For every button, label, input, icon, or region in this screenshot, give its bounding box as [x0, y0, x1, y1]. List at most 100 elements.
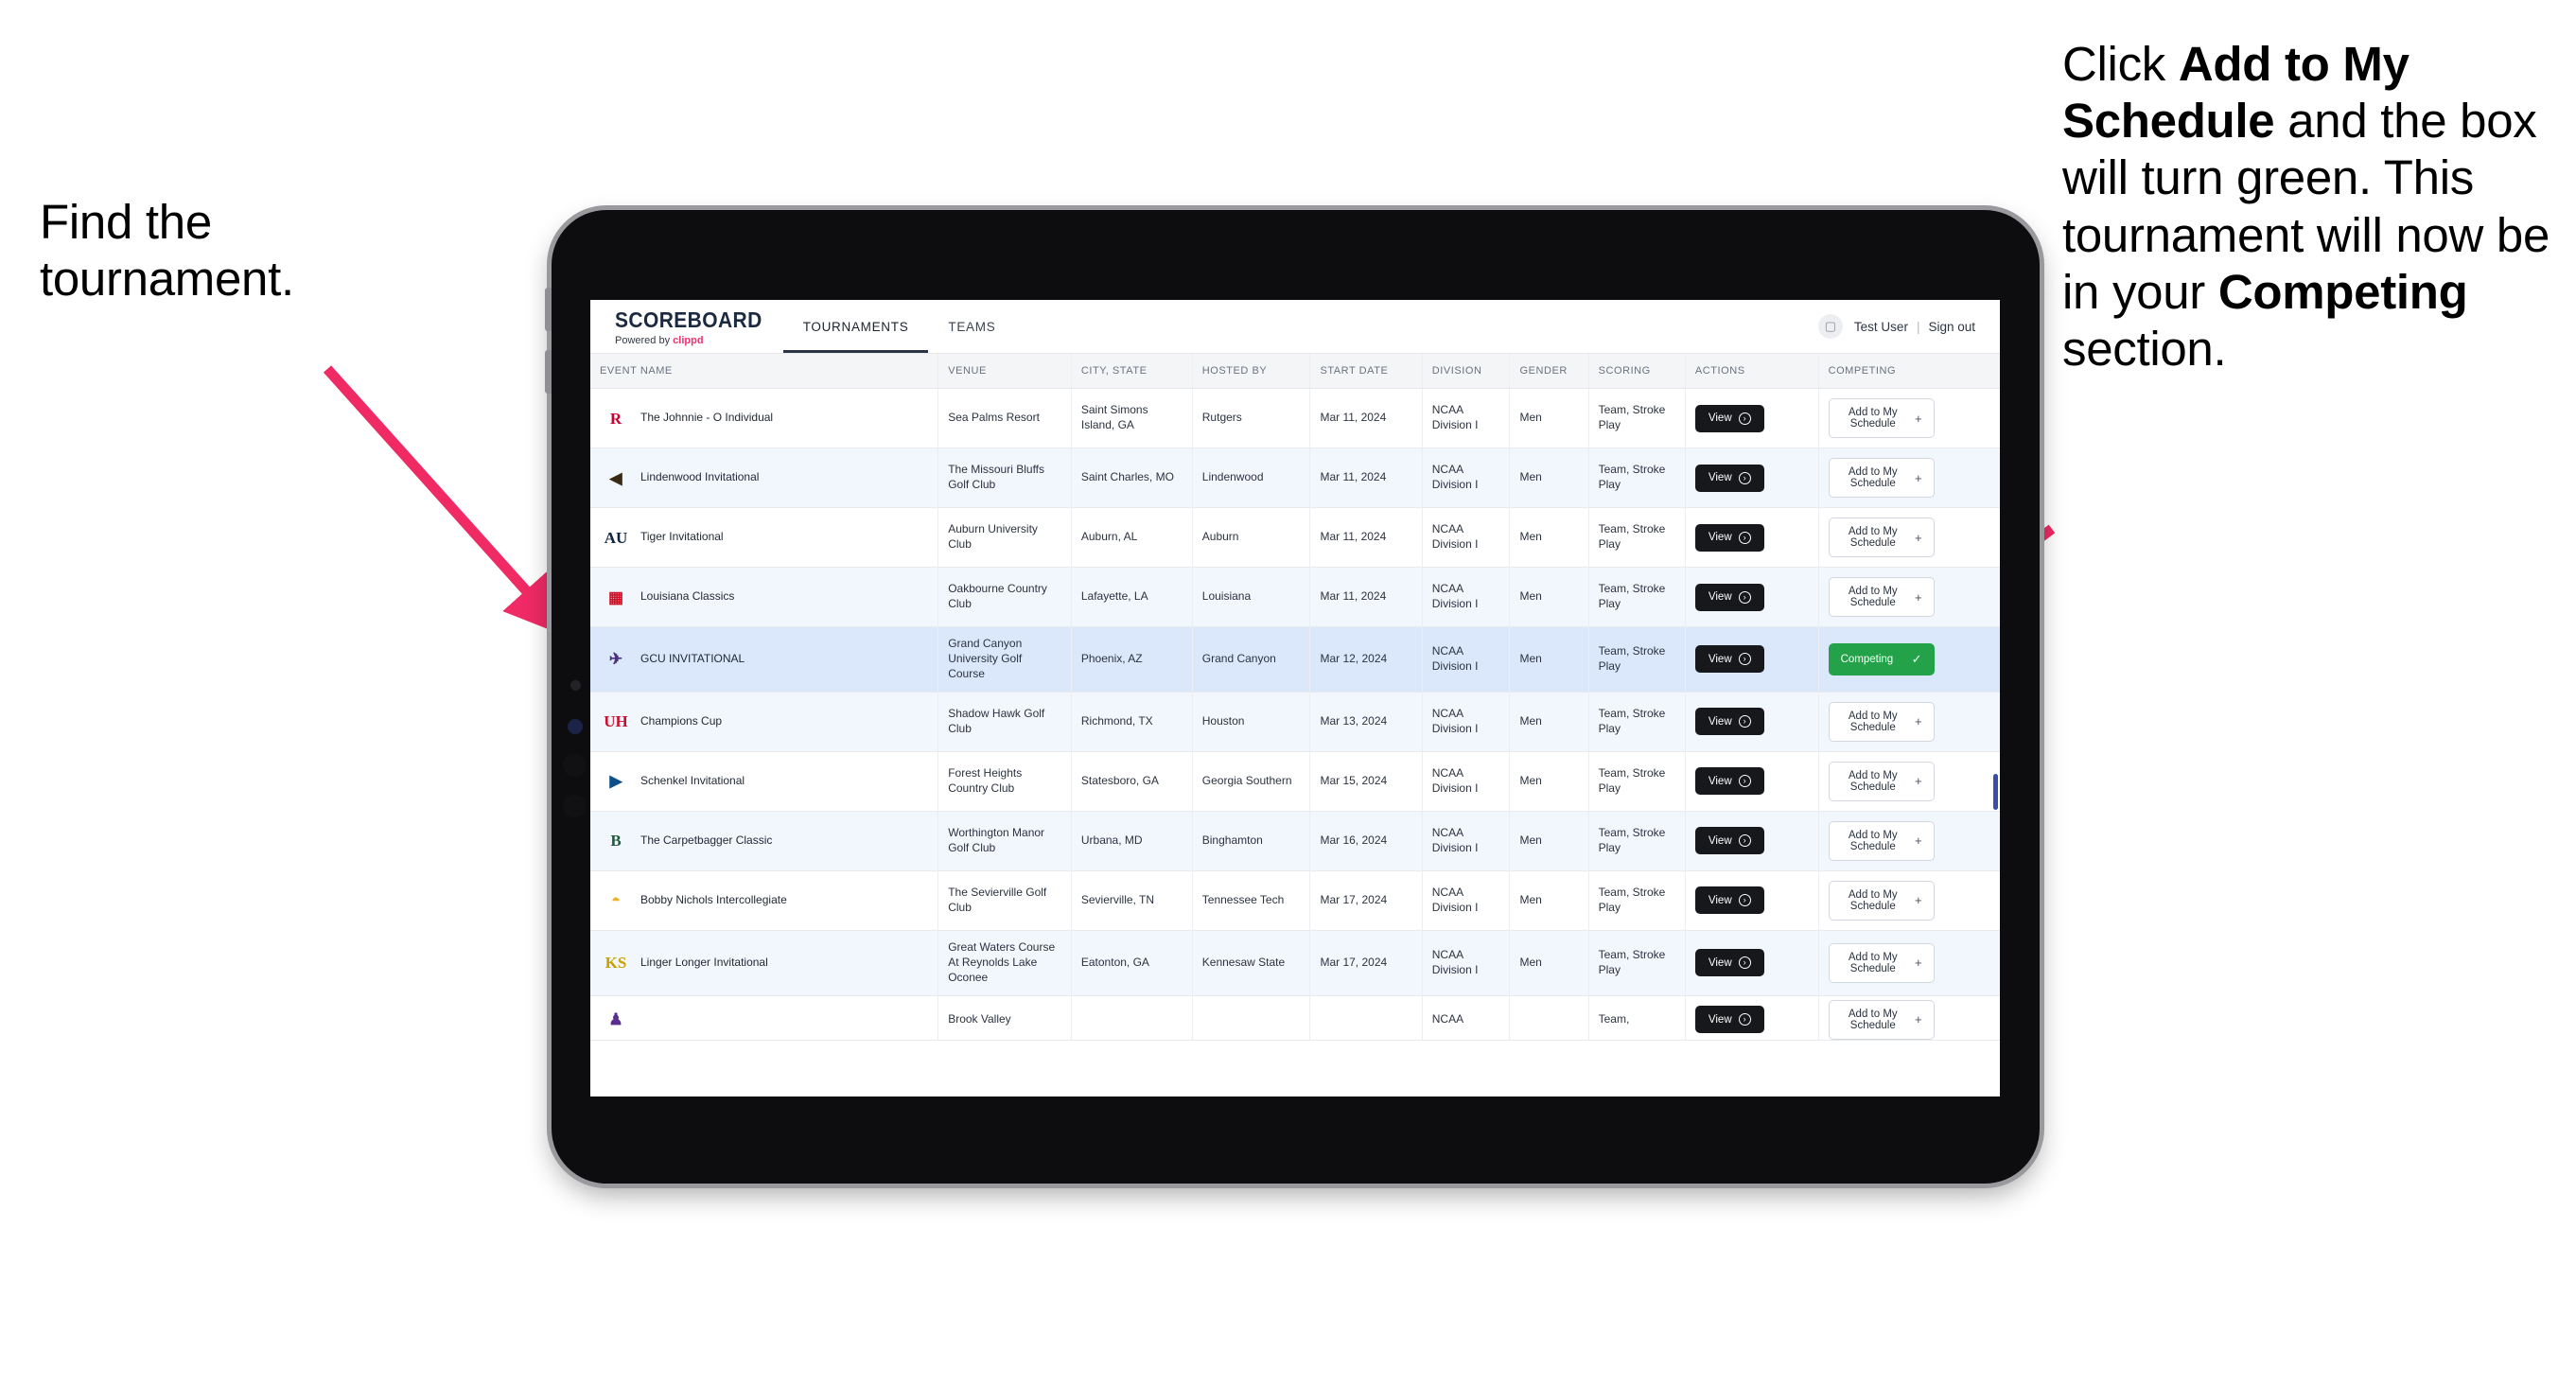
view-button[interactable]: View › — [1694, 949, 1764, 977]
cell-venue: Auburn University Club — [938, 507, 1072, 568]
cell-venue: Great Waters Course At Reynolds Lake Oco… — [938, 930, 1072, 996]
add-label: Add to My Schedule — [1848, 466, 1898, 489]
table-row[interactable]: KS Linger Longer Invitational Great Waters… — [590, 930, 2000, 996]
cell-division: NCAA Division I — [1422, 870, 1511, 931]
view-button[interactable]: View › — [1694, 583, 1764, 611]
col-venue: VENUE — [938, 354, 1072, 389]
view-button[interactable]: View › — [1694, 767, 1764, 796]
view-button[interactable]: View › — [1694, 464, 1764, 492]
view-button[interactable]: View › — [1694, 523, 1764, 552]
add-label: Add to My Schedule — [1848, 829, 1898, 852]
add-to-my-schedule-button[interactable]: Add to My Schedule + — [1828, 999, 1935, 1040]
view-label: View — [1708, 715, 1732, 728]
add-to-my-schedule-button[interactable]: Add to My Schedule + — [1828, 577, 1935, 617]
cell-competing: Add to My Schedule + — [1818, 388, 2000, 448]
cell-gender: Men — [1509, 692, 1589, 752]
team-logo-icon: AU — [604, 528, 628, 547]
add-to-my-schedule-button[interactable]: Add to My Schedule + — [1828, 398, 1935, 438]
add-to-my-schedule-button[interactable]: Add to My Schedule + — [1828, 701, 1935, 742]
cell-competing: Add to My Schedule + — [1818, 567, 2000, 627]
view-button[interactable]: View › — [1694, 404, 1764, 432]
table-header-row: EVENT NAME VENUE CITY, STATE HOSTED BY S… — [590, 354, 2000, 389]
cell-start-date: Mar 17, 2024 — [1309, 870, 1423, 931]
table-row[interactable]: R The Johnnie - O Individual Sea Palms Res… — [590, 388, 2000, 448]
team-logo-icon: UH — [604, 712, 628, 731]
tab-tournaments[interactable]: TOURNAMENTS — [782, 300, 929, 353]
col-actions: ACTIONS — [1685, 354, 1819, 389]
view-label: View — [1708, 894, 1732, 906]
tournaments-table-container: EVENT NAME VENUE CITY, STATE HOSTED BY S… — [590, 354, 2000, 1097]
cell-scoring: Team, Stroke Play — [1588, 930, 1686, 996]
event-name-label: Linger Longer Invitational — [640, 955, 768, 969]
cell-hosted-by: Lindenwood — [1192, 447, 1311, 508]
cell-event-name: KS Linger Longer Invitational — [590, 930, 939, 996]
cell-division: NCAA — [1422, 995, 1511, 1041]
add-to-my-schedule-button[interactable]: Add to My Schedule + — [1828, 942, 1935, 983]
table-row[interactable]: ✈ GCU INVITATIONAL Grand Canyon University… — [590, 626, 2000, 693]
cell-start-date — [1309, 995, 1423, 1041]
cell-division: NCAA Division I — [1422, 447, 1511, 508]
table-row[interactable]: ▦ Louisiana Classics Oakbourne Country Clu… — [590, 567, 2000, 627]
competing-button[interactable]: Competing ✓ — [1828, 642, 1935, 675]
add-label: Add to My Schedule — [1848, 526, 1898, 549]
event-name-label: Schenkel Invitational — [640, 773, 745, 787]
arrow-right-circle-icon: › — [1738, 531, 1751, 544]
cell-start-date: Mar 11, 2024 — [1309, 388, 1423, 448]
cell-competing: Competing ✓ — [1818, 626, 2000, 693]
cell-start-date: Mar 17, 2024 — [1309, 930, 1423, 996]
view-button[interactable]: View › — [1694, 827, 1764, 855]
add-to-my-schedule-button[interactable]: Add to My Schedule + — [1828, 458, 1935, 498]
view-button[interactable]: View › — [1694, 1006, 1764, 1034]
annotation-right: Click Add to My Schedule and the box wil… — [2062, 36, 2576, 377]
add-to-my-schedule-button[interactable]: Add to My Schedule + — [1828, 880, 1935, 921]
cell-division: NCAA Division I — [1422, 751, 1511, 812]
view-button[interactable]: View › — [1694, 645, 1764, 674]
competing-label: Competing — [1840, 653, 1894, 665]
add-to-my-schedule-button[interactable]: Add to My Schedule + — [1828, 820, 1935, 861]
add-to-my-schedule-button[interactable]: Add to My Schedule + — [1828, 761, 1935, 801]
side-button-a[interactable] — [563, 754, 586, 777]
cell-start-date: Mar 11, 2024 — [1309, 447, 1423, 508]
team-logo-icon: ▦ — [607, 588, 624, 606]
cell-division: NCAA Division I — [1422, 692, 1511, 752]
team-logo-icon: ♟ — [608, 1010, 623, 1029]
scrollbar-thumb[interactable] — [1993, 774, 1998, 810]
table-row[interactable]: ♟ Brook Valley NCAA Team, View › Add to My Sch… — [590, 995, 2000, 1041]
user-info: Test User | Sign out — [1854, 320, 1975, 334]
cell-actions: View › — [1685, 870, 1819, 931]
add-to-my-schedule-button[interactable]: Add to My Schedule + — [1828, 518, 1935, 557]
cell-division: NCAA Division I — [1422, 626, 1511, 693]
event-name-label: Bobby Nichols Intercollegiate — [640, 892, 787, 906]
side-button-b[interactable] — [563, 795, 586, 817]
cell-actions: View › — [1685, 567, 1819, 627]
cell-city-state: Phoenix, AZ — [1071, 626, 1193, 693]
sensor-icon — [568, 719, 583, 734]
plus-icon: + — [1914, 833, 1922, 849]
event-name-label: Tiger Invitational — [640, 530, 724, 544]
col-division: DIVISION — [1422, 354, 1511, 389]
volume-down-button[interactable] — [545, 350, 552, 394]
tab-teams[interactable]: TEAMS — [928, 300, 1015, 353]
view-button[interactable]: View › — [1694, 708, 1764, 736]
table-row[interactable]: ◀ Lindenwood Invitational The Missouri Blu… — [590, 447, 2000, 508]
volume-up-button[interactable] — [545, 288, 552, 331]
cell-event-name: ✈ GCU INVITATIONAL — [590, 626, 939, 693]
table-row[interactable]: ▶ Schenkel Invitational Forest Heights Cou… — [590, 751, 2000, 812]
cell-gender: Men — [1509, 507, 1589, 568]
cell-venue: The Missouri Bluffs Golf Club — [938, 447, 1072, 508]
cell-scoring: Team, — [1588, 995, 1686, 1041]
table-row[interactable]: UH Champions Cup Shadow Hawk Golf Club Rich… — [590, 692, 2000, 752]
table-row[interactable]: AU Tiger Invitational Auburn University Cl… — [590, 507, 2000, 568]
cell-event-name: ▦ Louisiana Classics — [590, 567, 939, 627]
add-label: Add to My Schedule — [1848, 586, 1898, 608]
team-logo-icon: ◀ — [609, 468, 622, 487]
sign-out-link[interactable]: Sign out — [1928, 320, 1975, 334]
cell-scoring: Team, Stroke Play — [1588, 507, 1686, 568]
table-row[interactable]: B The Carpetbagger Classic Worthington Man… — [590, 811, 2000, 871]
col-gender: GENDER — [1509, 354, 1589, 389]
cell-competing: Add to My Schedule + — [1818, 995, 2000, 1041]
table-row[interactable]: ◓ Bobby Nichols Intercollegiate The Sevier… — [590, 870, 2000, 931]
view-button[interactable]: View › — [1694, 886, 1764, 915]
cell-actions: View › — [1685, 751, 1819, 812]
avatar[interactable]: ▢ — [1817, 314, 1843, 339]
